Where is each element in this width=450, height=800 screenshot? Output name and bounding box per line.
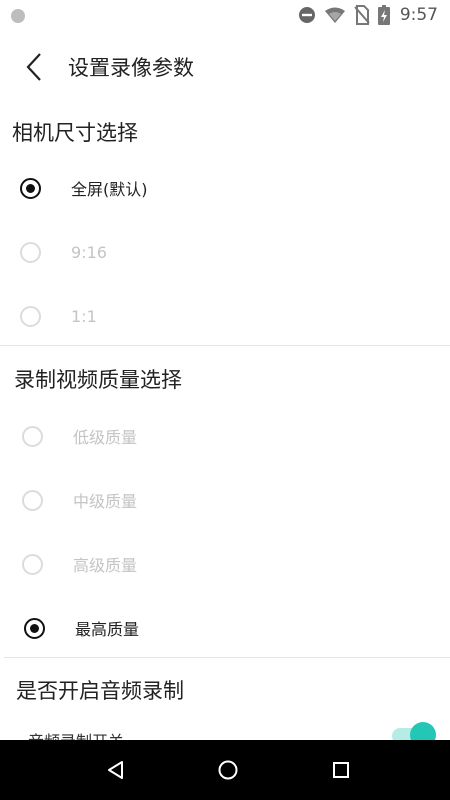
radio-unchecked-icon — [22, 425, 43, 447]
back-triangle-icon — [108, 761, 123, 779]
radio-label: 全屏(默认) — [71, 180, 148, 199]
radio-option-high-quality[interactable]: 高级质量 — [22, 536, 137, 592]
radio-checked-icon — [24, 617, 45, 639]
clock-time: 9:57 — [399, 5, 438, 25]
screen: 9:57 设置录像参数 相机尺寸选择 全屏(默认) 9:16 1:1 录制视频质… — [0, 0, 450, 800]
radio-option-9-16[interactable]: 9:16 — [20, 224, 107, 280]
camera-size-section-title: 相机尺寸选择 — [12, 121, 138, 145]
section-divider — [0, 345, 450, 346]
app-bar: 设置录像参数 — [0, 38, 450, 96]
no-sim-icon — [354, 5, 370, 25]
audio-section-title: 是否开启音频录制 — [16, 679, 184, 703]
navigation-bar — [0, 740, 450, 800]
recents-square-icon — [333, 762, 349, 778]
radio-unchecked-icon — [22, 489, 43, 511]
status-icons: 9:57 — [290, 4, 438, 26]
battery-charging-icon — [377, 5, 390, 25]
radio-label: 最高质量 — [75, 620, 140, 639]
radio-label: 高级质量 — [73, 556, 138, 575]
radio-option-low-quality[interactable]: 低级质量 — [22, 408, 137, 464]
wifi-icon — [324, 7, 345, 23]
radio-unchecked-icon — [20, 305, 41, 327]
radio-label: 中级质量 — [73, 492, 138, 511]
radio-label: 低级质量 — [73, 428, 138, 447]
status-bar: 9:57 — [0, 0, 450, 30]
radio-option-highest-quality[interactable]: 最高质量 — [24, 600, 139, 656]
radio-label: 9:16 — [71, 242, 107, 262]
radio-option-medium-quality[interactable]: 中级质量 — [22, 472, 137, 528]
radio-checked-icon — [20, 177, 41, 199]
back-button[interactable] — [14, 46, 54, 88]
radio-label: 1:1 — [71, 306, 97, 326]
page-title: 设置录像参数 — [68, 56, 194, 80]
nav-home-button[interactable] — [198, 740, 258, 800]
home-circle-icon — [218, 760, 238, 780]
radio-option-fullscreen[interactable]: 全屏(默认) — [20, 160, 148, 216]
section-divider — [4, 657, 450, 658]
dnd-icon — [298, 7, 315, 23]
notification-dot-icon — [11, 9, 25, 23]
video-quality-section-title: 录制视频质量选择 — [14, 368, 182, 392]
nav-recents-button[interactable] — [311, 740, 371, 800]
nav-back-button[interactable] — [86, 740, 146, 800]
radio-unchecked-icon — [20, 241, 41, 263]
chevron-left-icon — [26, 53, 41, 81]
radio-unchecked-icon — [22, 553, 43, 575]
radio-option-1-1[interactable]: 1:1 — [20, 288, 97, 344]
